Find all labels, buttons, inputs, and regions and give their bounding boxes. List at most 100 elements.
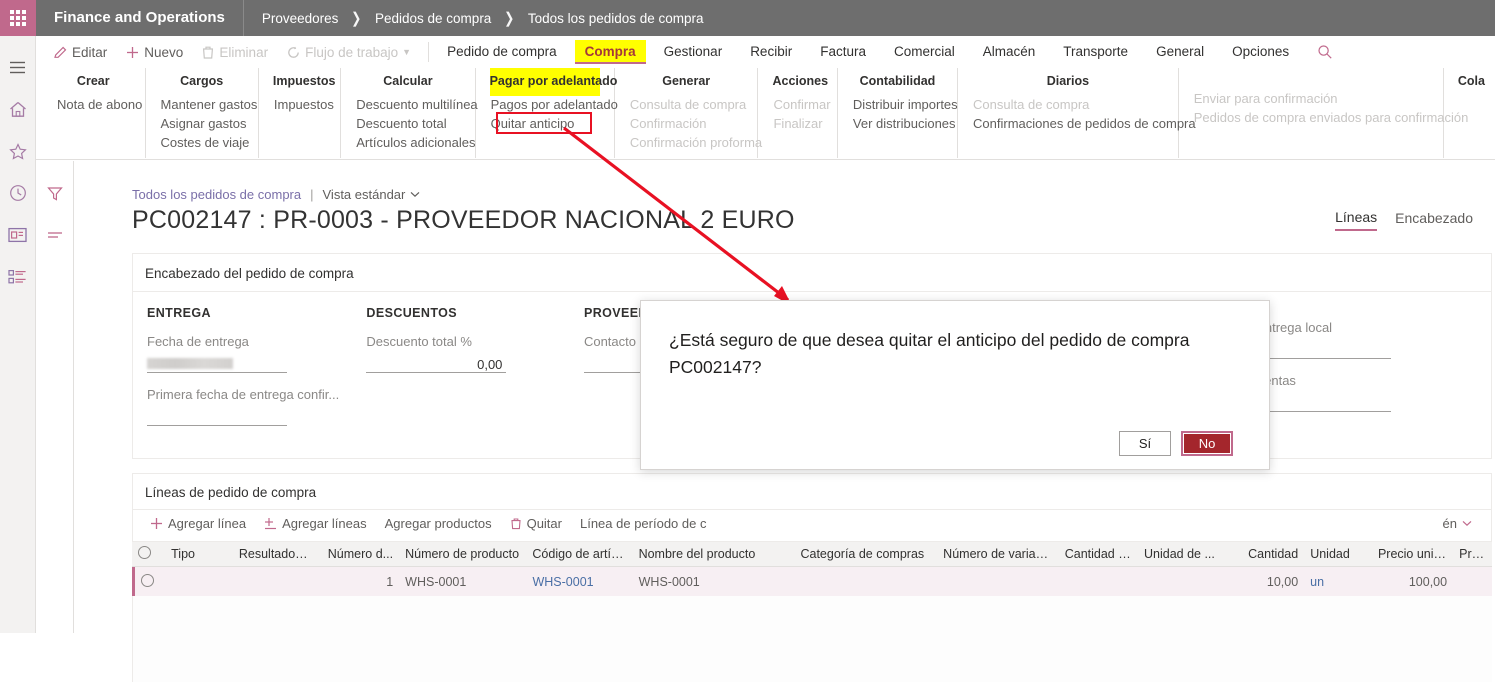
- tab-compra[interactable]: Compra: [574, 40, 646, 64]
- ribbon: Editar Nuevo Eliminar Flujo de trabajo ▼…: [36, 36, 1495, 160]
- ribbon-item-confirmaciones-de-pedidos[interactable]: Confirmaciones de pedidos de compra: [972, 115, 1196, 132]
- tab-pedido-de-compra[interactable]: Pedido de compra: [437, 40, 567, 64]
- new-button-label: Nuevo: [144, 44, 184, 60]
- view-selector[interactable]: Vista estándar: [323, 187, 421, 202]
- grid-header-codigo-de-articulo[interactable]: Código de artículo: [526, 547, 632, 561]
- filter-icon-button[interactable]: [41, 183, 69, 205]
- redacted-value: [147, 358, 233, 369]
- workflow-button-label: Flujo de trabajo: [305, 44, 399, 60]
- tab-comercial[interactable]: Comercial: [884, 40, 965, 64]
- period-line-button[interactable]: Línea de período de c: [571, 514, 716, 533]
- grid-header-numero-de-variante[interactable]: Número de variante: [937, 547, 1059, 561]
- tab-encabezado[interactable]: Encabezado: [1395, 210, 1473, 230]
- tab-opciones[interactable]: Opciones: [1222, 40, 1299, 64]
- tab-factura[interactable]: Factura: [810, 40, 876, 64]
- workspace-icon-button[interactable]: [0, 214, 36, 256]
- select-all-radio[interactable]: [138, 546, 151, 559]
- field-input-primera-fecha-entrega[interactable]: [147, 405, 287, 426]
- add-line-button[interactable]: Agregar línea: [141, 514, 255, 533]
- cell-codigo-de-articulo[interactable]: WHS-0001: [526, 575, 632, 589]
- breadcrumb-item-todos-los-pedidos[interactable]: Todos los pedidos de compra: [528, 11, 704, 26]
- trash-icon: [510, 518, 521, 530]
- ribbon-item-ver-distribuciones[interactable]: Ver distribuciones: [852, 115, 956, 132]
- grid-header-cantidad[interactable]: Cantidad: [1231, 547, 1305, 561]
- group-title-contabilidad: Contabilidad: [859, 74, 936, 88]
- workflow-chevron-down-icon: ▼: [402, 47, 412, 57]
- modules-icon-button[interactable]: [0, 256, 36, 298]
- period-line-label: Línea de período de c: [579, 516, 707, 531]
- ribbon-group-acciones: Acciones Confirmar Finalizar: [758, 68, 838, 158]
- yes-button[interactable]: Sí: [1119, 431, 1171, 456]
- ribbon-item-distribuir-importes[interactable]: Distribuir importes: [852, 96, 958, 113]
- grid-header-numero-d[interactable]: Número d...: [316, 547, 399, 561]
- grid-header-categoria-de-compras[interactable]: Categoría de compras: [794, 547, 937, 561]
- grid-header-unidad-de[interactable]: Unidad de ...: [1138, 547, 1231, 561]
- grid-header-cantidad-pc[interactable]: Cantidad PC: [1059, 547, 1138, 561]
- grid-header-row: Tipo Resultados... Número d... Número de…: [132, 541, 1492, 567]
- grid-header-unidad[interactable]: Unidad: [1304, 547, 1372, 561]
- ribbon-item-impuestos[interactable]: Impuestos: [273, 96, 334, 113]
- view-link-todos-los-pedidos[interactable]: Todos los pedidos de compra: [132, 187, 301, 202]
- header-column-entrega: ENTREGA Fecha de entrega Primera fecha d…: [133, 306, 352, 440]
- tab-gestionar[interactable]: Gestionar: [654, 40, 733, 64]
- group-title-crear: Crear: [76, 74, 110, 88]
- breadcrumb-item-pedidos-de-compra[interactable]: Pedidos de compra: [375, 11, 491, 26]
- grid-header-nombre-del-producto[interactable]: Nombre del producto: [633, 547, 795, 561]
- grid-header-resultados[interactable]: Resultados...: [233, 547, 316, 561]
- ribbon-item-mantener-gastos[interactable]: Mantener gastos: [160, 96, 258, 113]
- table-row[interactable]: 1 WHS-0001 WHS-0001 WHS-0001 10,00 un 10…: [132, 567, 1492, 596]
- app-title[interactable]: Finance and Operations: [36, 0, 243, 36]
- menu-icon-button[interactable]: [0, 46, 36, 88]
- breadcrumb-item-proveedores[interactable]: Proveedores: [262, 11, 339, 26]
- ribbon-item-confirmar: Confirmar: [773, 97, 831, 112]
- ribbon-groups: Crear Nota de abono Cargos Mantener gast…: [36, 68, 1495, 158]
- search-icon: [1318, 45, 1332, 59]
- remove-line-button[interactable]: Quitar: [501, 514, 571, 533]
- group-title-cola: Cola: [1457, 74, 1485, 88]
- ribbon-item-descuento-total[interactable]: Descuento total: [355, 115, 460, 132]
- warehouse-dropdown-button[interactable]: én: [1434, 514, 1481, 533]
- tab-transporte[interactable]: Transporte: [1053, 40, 1138, 64]
- tab-general[interactable]: General: [1146, 40, 1214, 64]
- row-select-radio[interactable]: [141, 573, 154, 587]
- clock-icon-button[interactable]: [0, 172, 36, 214]
- ribbon-item-costes-de-viaje[interactable]: Costes de viaje: [160, 134, 250, 151]
- star-icon-button[interactable]: [0, 130, 36, 172]
- tab-almacen[interactable]: Almacén: [973, 40, 1046, 64]
- delete-button: Eliminar: [192, 38, 277, 66]
- grid-header-precio-unitario[interactable]: Precio unit...: [1372, 547, 1453, 561]
- ribbon-item-quitar-anticipo[interactable]: Quitar anticipo: [490, 115, 600, 132]
- edit-button-label: Editar: [72, 44, 108, 60]
- ribbon-item-asignar-gastos[interactable]: Asignar gastos: [160, 115, 247, 132]
- tab-lineas[interactable]: Líneas: [1335, 209, 1378, 231]
- ribbon-item-pagos-por-adelantado[interactable]: Pagos por adelantado: [490, 96, 618, 113]
- list-lines-icon-button[interactable]: [41, 225, 69, 247]
- field-input-descuento-total[interactable]: 0,00: [366, 352, 507, 373]
- grid-header-precio[interactable]: Preci: [1453, 547, 1492, 561]
- ribbon-item-nota-de-abono[interactable]: Nota de abono: [56, 96, 142, 113]
- no-button[interactable]: No: [1181, 431, 1233, 456]
- field-input-fecha-de-entrega[interactable]: [147, 352, 287, 373]
- ribbon-item-descuento-multilinea[interactable]: Descuento multilínea: [355, 96, 477, 113]
- breadcrumb: Proveedores ❯ Pedidos de compra ❯ Todos …: [244, 0, 704, 36]
- cell-unidad[interactable]: un: [1304, 575, 1372, 589]
- tab-recibir[interactable]: Recibir: [740, 40, 802, 64]
- breadcrumb-chevron-icon: ❯: [351, 10, 362, 27]
- group-title-acciones: Acciones: [772, 74, 829, 88]
- group-title-cargos: Cargos: [180, 74, 224, 88]
- ribbon-item-confirmacion: Confirmación: [629, 116, 707, 131]
- app-launcher-button[interactable]: [0, 0, 36, 36]
- app-launcher-icon: [10, 10, 26, 26]
- edit-button[interactable]: Editar: [44, 38, 116, 66]
- grid-header-numero-de-producto[interactable]: Número de producto: [399, 547, 526, 561]
- add-products-button[interactable]: Agregar productos: [376, 514, 501, 533]
- add-lines-button[interactable]: Agregar líneas: [255, 514, 376, 533]
- new-button[interactable]: Nuevo: [116, 38, 192, 66]
- search-button[interactable]: [1317, 44, 1333, 60]
- grid-header-tipo[interactable]: Tipo: [165, 547, 233, 561]
- home-icon-button[interactable]: [0, 88, 36, 130]
- ribbon-item-articulos-adicionales[interactable]: Artículos adicionales: [355, 134, 475, 151]
- lines-toolbar: Agregar línea Agregar líneas Agregar pro…: [133, 509, 1491, 541]
- workspace-icon: [8, 227, 27, 243]
- group-title-impuestos: Impuestos: [272, 74, 336, 88]
